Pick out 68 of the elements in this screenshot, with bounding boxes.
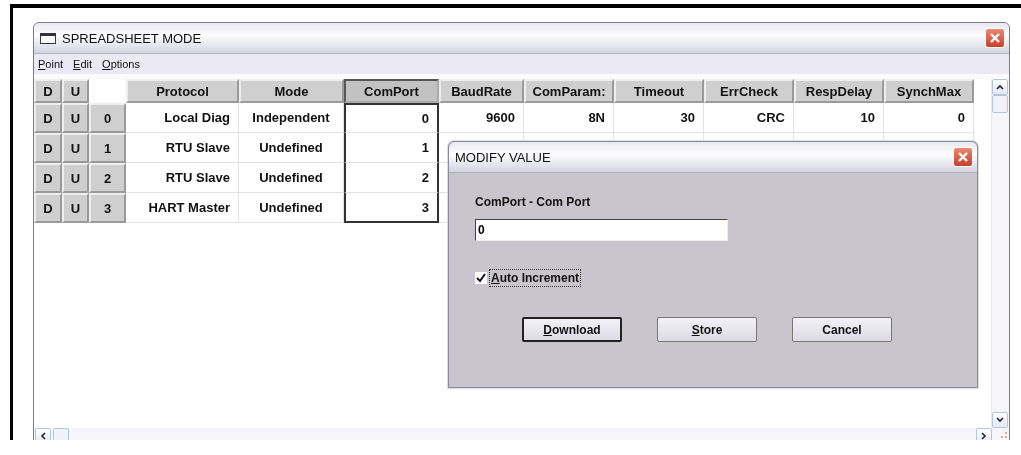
close-icon	[989, 32, 1001, 44]
table-cell: Undefined	[239, 193, 344, 223]
header-button[interactable]: U	[62, 79, 89, 103]
table-cell: 8N	[524, 103, 614, 133]
row-number[interactable]: 0	[89, 103, 126, 133]
dialog-button[interactable]: Download	[522, 317, 622, 342]
column-header[interactable]: RespDelay	[794, 79, 884, 103]
table-cell: Independent	[239, 103, 344, 133]
chevron-left-icon	[40, 432, 46, 440]
row-button[interactable]: D	[34, 103, 62, 133]
menu-item[interactable]: Options	[102, 58, 140, 70]
field-label: ComPort - Com Port	[475, 195, 592, 209]
value-input[interactable]: 0	[475, 219, 728, 241]
row-button[interactable]: U	[62, 133, 89, 163]
window-icon	[40, 32, 56, 44]
column-header[interactable]: ErrCheck	[704, 79, 794, 103]
row-number[interactable]: 2	[89, 163, 126, 193]
row-button[interactable]: U	[62, 163, 89, 193]
column-header[interactable]: Protocol	[126, 79, 239, 103]
scroll-thumb[interactable]	[992, 95, 1008, 113]
dialog-title: MODIFY VALUE	[455, 149, 552, 165]
table-cell: RTU Slave	[126, 133, 239, 163]
table-cell: 10	[794, 103, 884, 133]
table-cell: 0	[344, 103, 439, 133]
table-cell: 3	[344, 193, 439, 223]
close-button[interactable]	[985, 28, 1005, 48]
table-cell: Local Diag	[126, 103, 239, 133]
table-cell: CRC	[704, 103, 794, 133]
window-title: SPREADSHEET MODE	[62, 30, 203, 46]
menu-item[interactable]: Point	[38, 58, 64, 70]
table-cell: Undefined	[239, 133, 344, 163]
row-button[interactable]: D	[34, 193, 62, 223]
table-cell: 1	[344, 133, 439, 163]
column-header[interactable]: BaudRate	[439, 79, 524, 103]
column-header[interactable]: ComPort	[344, 79, 439, 103]
dialog-button[interactable]: Cancel	[792, 317, 892, 342]
table-cell: HART Master	[126, 193, 239, 223]
chevron-up-icon	[996, 84, 1004, 90]
row-button[interactable]: D	[34, 163, 62, 193]
row-button[interactable]: D	[34, 133, 62, 163]
row-number[interactable]: 1	[89, 133, 126, 163]
row-button[interactable]: U	[62, 193, 89, 223]
chevron-right-icon	[981, 432, 987, 440]
table-cell: RTU Slave	[126, 163, 239, 193]
scroll-up-button[interactable]	[992, 79, 1008, 95]
scroll-thumb[interactable]	[53, 428, 69, 440]
column-header[interactable]: Mode	[239, 79, 344, 103]
table-cell: 0	[884, 103, 974, 133]
header-button[interactable]: D	[34, 79, 62, 103]
scroll-right-button[interactable]	[976, 428, 992, 440]
chevron-down-icon	[996, 417, 1004, 423]
row-number[interactable]: 3	[89, 193, 126, 223]
column-header[interactable]: SynchMax	[884, 79, 974, 103]
column-header[interactable]: ComParam:	[524, 79, 614, 103]
checkbox-label[interactable]: Auto Increment	[489, 269, 581, 287]
checkbox[interactable]	[475, 272, 487, 284]
scroll-left-button[interactable]	[35, 428, 51, 440]
close-icon	[957, 151, 969, 163]
table-cell: Undefined	[239, 163, 344, 193]
dialog-button[interactable]: Store	[657, 317, 757, 342]
menu-item[interactable]: Edit	[73, 58, 93, 70]
close-button[interactable]	[953, 147, 973, 167]
table-cell: 30	[614, 103, 704, 133]
table-cell: 9600	[439, 103, 524, 133]
table-cell: 2	[344, 163, 439, 193]
row-button[interactable]: U	[62, 103, 89, 133]
scroll-down-button[interactable]	[992, 412, 1008, 428]
column-header[interactable]: Timeout	[614, 79, 704, 103]
